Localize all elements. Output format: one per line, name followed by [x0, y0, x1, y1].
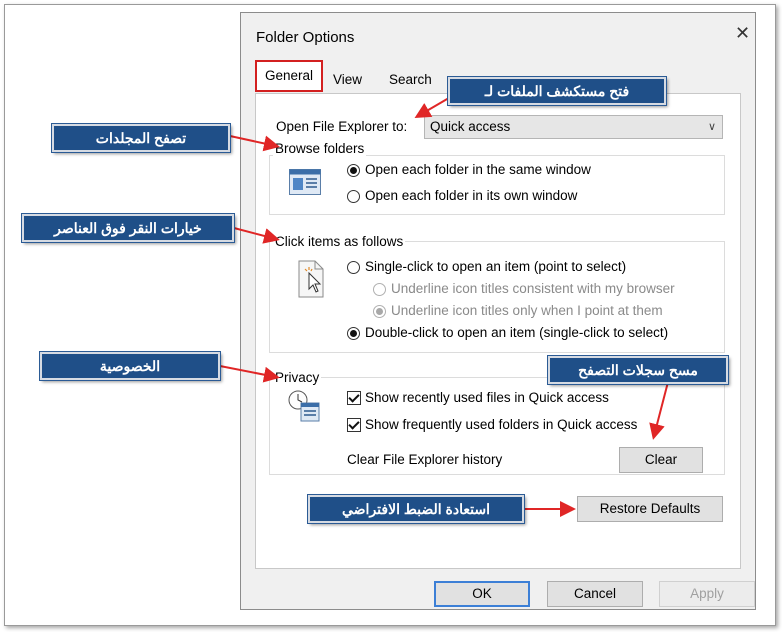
- callout-clear-history: مسح سجلات التصفح: [548, 356, 728, 384]
- arrow-click: [233, 227, 280, 244]
- arrow-clear: [649, 381, 669, 440]
- callout-open-explorer: فتح مستكشف الملفات لـ: [448, 77, 666, 105]
- arrow-privacy: [219, 365, 280, 383]
- callout-click-items: خيارات النقر فوق العناصر: [22, 214, 234, 242]
- callout-privacy: الخصوصية: [40, 352, 220, 380]
- callout-restore-defaults: استعادة الضبط الافتراضي: [308, 495, 524, 523]
- arrow-browse: [229, 135, 280, 152]
- callout-browse-folders: تصفح المجلدات: [52, 124, 230, 152]
